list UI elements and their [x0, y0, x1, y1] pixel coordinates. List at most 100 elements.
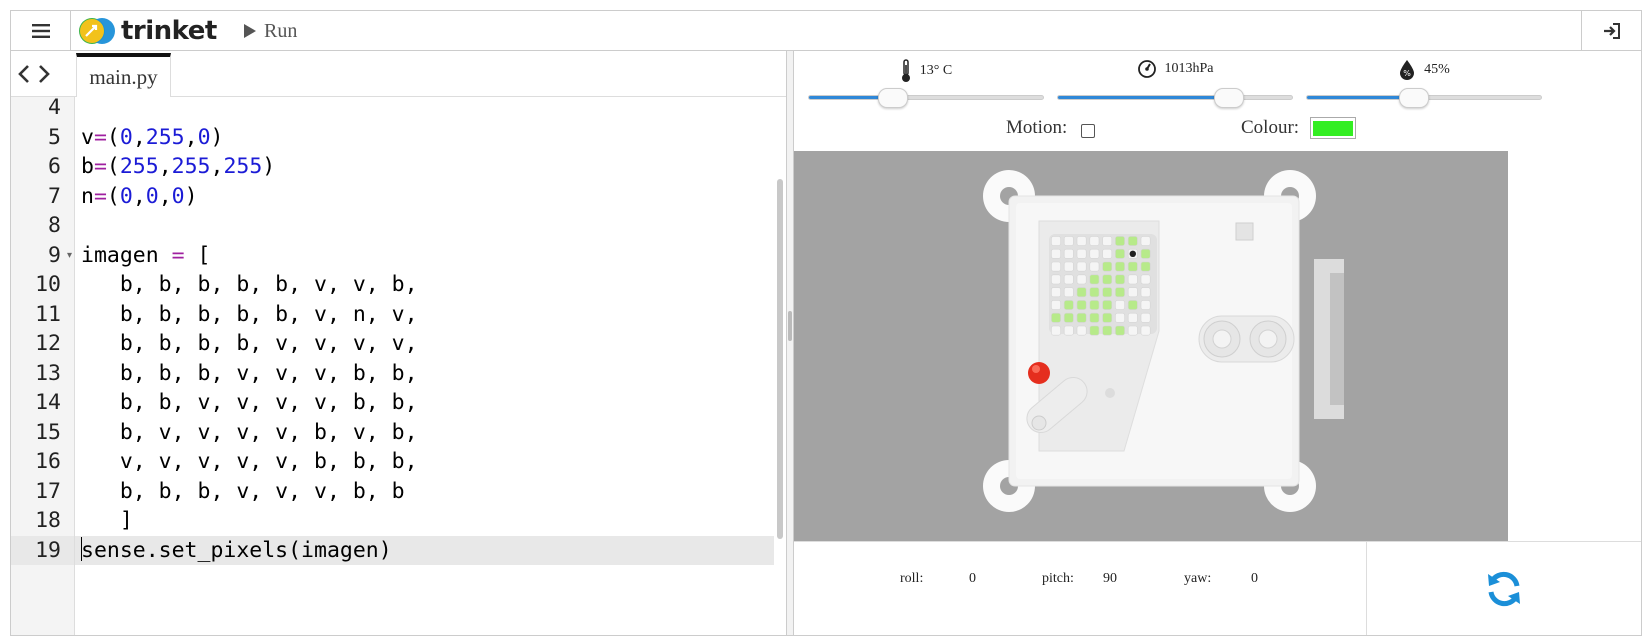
humidity-slider-handle[interactable] — [1399, 88, 1430, 108]
led-pixel — [1140, 287, 1151, 298]
colour-swatch — [1313, 120, 1353, 136]
led-pixel — [1089, 236, 1100, 246]
line-number: 11 — [35, 301, 61, 327]
led-pixel — [1076, 325, 1087, 336]
thermometer-icon — [901, 59, 910, 82]
chevron-right-icon[interactable] — [37, 63, 51, 85]
pressure-value: 1013hPa — [1164, 61, 1214, 76]
colour-picker[interactable] — [1310, 117, 1356, 139]
code-line[interactable]: b, b, b, b, v, v, v, v, — [75, 329, 774, 359]
code-line[interactable]: v=(0,255,0) — [75, 123, 774, 153]
pressure-slider-handle[interactable] — [1213, 88, 1244, 108]
pressure-slider[interactable] — [1057, 88, 1293, 108]
code-line[interactable] — [75, 211, 774, 241]
code-line[interactable]: ] — [75, 506, 774, 536]
file-tab-bar: main.py — [11, 51, 786, 97]
led-pixel — [1063, 325, 1074, 336]
led-pixel — [1127, 312, 1138, 323]
refresh-icon — [1488, 571, 1520, 606]
led-pixel — [1115, 300, 1125, 310]
pitch-value: 90 — [1103, 571, 1117, 586]
led-pixel — [1140, 274, 1151, 285]
code-line[interactable]: imagen = [ — [75, 241, 774, 271]
led-pixel — [1102, 287, 1113, 298]
sense-hat-canvas[interactable] — [794, 151, 1508, 541]
chevron-left-icon[interactable] — [17, 63, 31, 85]
led-pixel — [1076, 312, 1087, 323]
led-pixel — [1051, 236, 1061, 246]
led-pixel — [1051, 261, 1061, 272]
led-pixel — [1076, 236, 1087, 246]
humidity-slider-group: % 45% — [1306, 57, 1542, 108]
led-pixel — [1076, 287, 1087, 298]
code-line[interactable]: sense.set_pixels(imagen) — [75, 535, 774, 565]
menu-button[interactable] — [11, 11, 71, 50]
hamburger-icon — [31, 23, 50, 38]
joystick-button[interactable] — [1028, 362, 1050, 384]
temperature-slider-handle[interactable] — [877, 88, 908, 108]
code-line[interactable]: b, b, b, v, v, v, b, b — [75, 477, 774, 507]
run-button[interactable]: Run — [243, 17, 297, 45]
splitter-grip[interactable] — [788, 311, 792, 341]
led-pixel — [1127, 325, 1138, 336]
code-line[interactable]: b, v, v, v, v, b, v, b, — [75, 418, 774, 448]
humidity-slider[interactable] — [1306, 88, 1542, 108]
led-pixel — [1089, 248, 1100, 259]
temperature-slider[interactable] — [808, 88, 1044, 108]
line-number-gutter: 4 5 6 7 8 9 ▾ 10 11 12 13 14 15 16 17 18 19 — [11, 95, 75, 635]
gauge-icon — [1137, 60, 1156, 78]
line-number: 10 — [35, 272, 61, 297]
led-pixel — [1051, 325, 1061, 336]
led-pixel — [1089, 261, 1100, 272]
led-pixel — [1102, 248, 1113, 259]
led-pixel — [1089, 312, 1100, 323]
code-line[interactable]: b, b, b, v, v, v, b, b, — [75, 359, 774, 389]
reset-orientation-button[interactable] — [1366, 542, 1641, 635]
pane-splitter[interactable] — [786, 51, 794, 635]
run-label: Run — [264, 19, 298, 42]
droplet-icon: % — [1400, 60, 1415, 80]
code-line[interactable]: v, v, v, v, v, b, b, b, — [75, 447, 774, 477]
editor-scrollbar[interactable] — [775, 97, 786, 635]
sensor-chip — [1235, 222, 1254, 241]
code-line[interactable] — [75, 93, 774, 123]
code-line[interactable]: b, b, b, b, b, v, v, b, — [75, 270, 774, 300]
led-pixel — [1127, 287, 1138, 298]
sense-hat-emulator: 13° C 1013hPa % 45% Motion: Colour: roll… — [794, 51, 1641, 635]
sense-hat-board — [983, 170, 1344, 512]
led-pixel — [1115, 236, 1125, 246]
led-pixel — [1140, 236, 1151, 246]
code-line[interactable]: b, b, b, b, b, v, n, v, — [75, 300, 774, 330]
line-number: 17 — [35, 478, 61, 504]
motion-label: Motion: — [1006, 117, 1068, 138]
led-pixel — [1115, 312, 1125, 323]
login-button[interactable] — [1581, 11, 1641, 50]
led-pixel — [1051, 312, 1061, 323]
led-pixel — [1051, 248, 1061, 259]
roll-value: 0 — [969, 571, 976, 586]
led-pixel — [1051, 300, 1061, 310]
led-pixel — [1102, 274, 1113, 285]
humidity-label-row: % 45% — [1306, 59, 1542, 81]
led-pixel — [1076, 261, 1087, 272]
line-number: 5 — [48, 124, 61, 150]
code-area[interactable]: v=(0,255,0) b=(255,255,255) n=(0,0,0) image… — [75, 97, 775, 635]
code-line[interactable]: b=(255,255,255) — [75, 152, 774, 182]
led-pixel — [1076, 300, 1087, 310]
scrollbar-thumb[interactable] — [777, 179, 783, 539]
colour-label: Colour: — [1241, 117, 1300, 138]
line-number: 14 — [35, 390, 61, 415]
led-pixel — [1089, 287, 1100, 298]
code-line[interactable]: n=(0,0,0) — [75, 182, 774, 212]
led-pixel — [1102, 325, 1113, 336]
trinket-logo[interactable]: trinket — [77, 15, 217, 47]
svg-text:%: % — [1403, 69, 1411, 78]
code-line[interactable]: b, b, v, v, v, v, b, b, — [75, 388, 774, 418]
tab-main-py[interactable]: main.py — [76, 53, 171, 97]
led-pixel — [1127, 261, 1138, 272]
fold-toggle-icon[interactable]: ▾ — [67, 250, 72, 261]
sensor-sliders: 13° C 1013hPa % 45% — [794, 51, 1641, 111]
motion-checkbox[interactable] — [1081, 124, 1095, 138]
temperature-value: 13° C — [919, 63, 953, 78]
led-pixel — [1127, 236, 1138, 246]
